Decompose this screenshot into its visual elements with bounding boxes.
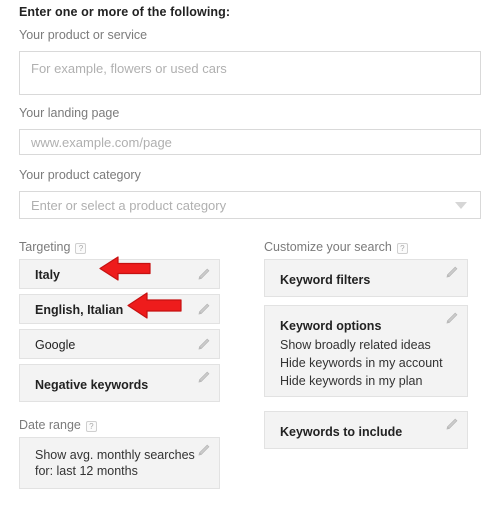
negative-keywords-label: Negative keywords [35, 378, 149, 392]
targeting-card-negative-keywords[interactable]: Negative keywords [19, 364, 220, 402]
product-category-label: Your product category [19, 168, 141, 182]
targeting-section-header: Targeting ? [19, 240, 87, 254]
customize-section-header: Customize your search ? [264, 240, 408, 254]
targeting-languages-label: English, Italian [35, 303, 124, 317]
date-range-line-1: Show avg. monthly searches [35, 448, 195, 462]
edit-icon[interactable] [444, 265, 459, 280]
landing-page-label: Your landing page [19, 106, 120, 120]
help-icon[interactable]: ? [396, 242, 408, 254]
product-category-select[interactable]: Enter or select a product category [19, 191, 481, 219]
date-range-line-2: for: last 12 months [35, 464, 138, 478]
product-category-placeholder: Enter or select a product category [31, 197, 227, 213]
edit-icon[interactable] [196, 337, 211, 352]
keyword-option-item: Hide keywords in my account [280, 356, 443, 370]
chevron-down-icon [455, 201, 467, 209]
help-icon[interactable]: ? [75, 242, 87, 254]
keyword-options-label: Keyword options [280, 319, 382, 333]
date-range-title: Date range [19, 418, 81, 432]
targeting-title: Targeting [19, 240, 71, 254]
targeting-card-network[interactable]: Google [19, 329, 220, 359]
keyword-options-card[interactable]: Keyword options Show broadly related ide… [264, 305, 468, 397]
keyword-filters-label: Keyword filters [280, 273, 371, 287]
date-range-card[interactable]: Show avg. monthly searches for: last 12 … [19, 437, 220, 489]
red-arrow-pointing-to-italy [99, 255, 151, 282]
keyword-planner-form: Enter one or more of the following: Your… [0, 0, 500, 509]
keyword-filters-card[interactable]: Keyword filters [264, 259, 468, 297]
keyword-option-item: Hide keywords in my plan [280, 374, 423, 388]
landing-page-input[interactable] [19, 129, 481, 155]
help-icon[interactable]: ? [85, 420, 97, 432]
keyword-option-item: Show broadly related ideas [280, 338, 431, 352]
edit-icon[interactable] [444, 311, 459, 326]
keywords-to-include-card[interactable]: Keywords to include [264, 411, 468, 449]
edit-icon[interactable] [196, 267, 211, 282]
targeting-country-label: Italy [35, 268, 61, 282]
edit-icon[interactable] [196, 302, 211, 317]
edit-icon[interactable] [444, 417, 459, 432]
product-or-service-label: Your product or service [19, 28, 148, 42]
red-arrow-pointing-to-languages [127, 291, 182, 320]
product-or-service-input[interactable] [19, 51, 481, 95]
targeting-card-languages[interactable]: English, Italian [19, 294, 220, 324]
edit-icon[interactable] [196, 370, 211, 385]
keywords-to-include-label: Keywords to include [280, 425, 403, 439]
customize-title: Customize your search [264, 240, 392, 254]
targeting-network-label: Google [35, 338, 76, 352]
edit-icon[interactable] [196, 443, 211, 458]
page-title: Enter one or more of the following: [19, 5, 231, 19]
date-range-section-header: Date range ? [19, 418, 97, 432]
